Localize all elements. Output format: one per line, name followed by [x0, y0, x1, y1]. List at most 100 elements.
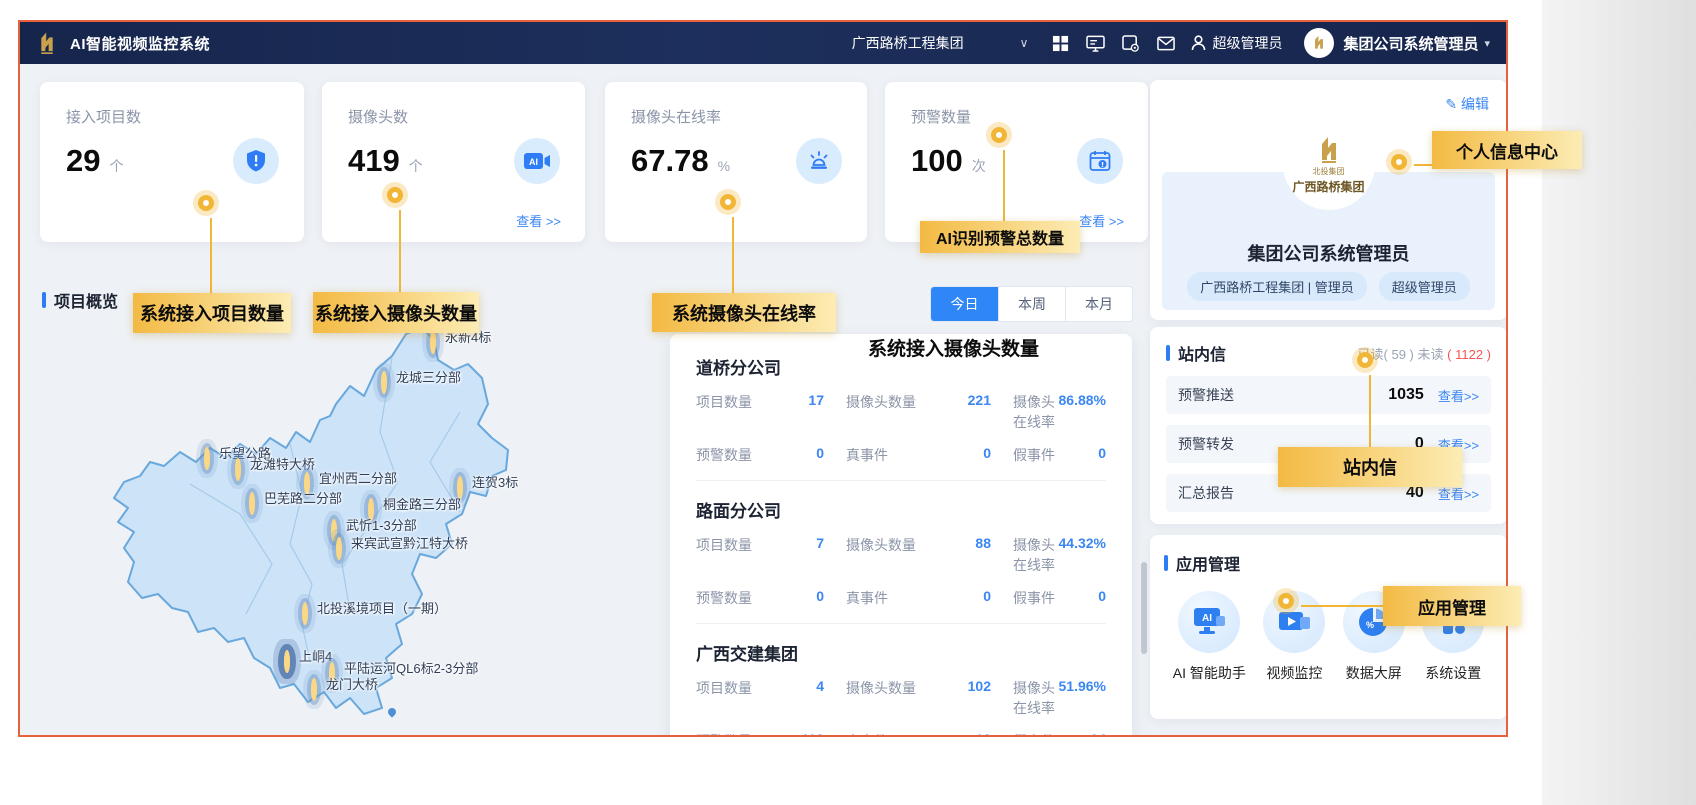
- marker-label: 连贺3标: [472, 472, 518, 491]
- field-label: 项目数量: [696, 678, 752, 718]
- map-marker[interactable]: 来宾武宣黔江特大桥: [336, 540, 342, 558]
- current-user-name[interactable]: 集团公司系统管理员: [1343, 33, 1478, 54]
- map-marker[interactable]: 巴芜路二分部: [249, 495, 255, 513]
- map-marker[interactable]: 乐望公路: [204, 450, 210, 468]
- message-row-summary-report[interactable]: 汇总报告 40 查看>>: [1166, 474, 1491, 512]
- field-value: 51.96%: [1059, 678, 1106, 718]
- marker-dot-icon: [331, 519, 337, 542]
- map-marker[interactable]: 龙滩特大桥: [235, 461, 241, 479]
- monitor-icon[interactable]: [1086, 35, 1105, 52]
- map-marker[interactable]: 龙城三分部: [381, 374, 387, 392]
- field-value: 0: [816, 445, 824, 465]
- profile-tag-org-role: 广西路桥工程集团 | 管理员: [1187, 272, 1367, 301]
- view-link[interactable]: 查看>>: [1438, 484, 1479, 503]
- section-bar: [42, 292, 46, 308]
- org-logo-badge: 北投集团 广西路桥集团: [1283, 118, 1375, 210]
- field-value: 17: [808, 392, 824, 432]
- marker-label: 桐金路三分部: [383, 494, 461, 513]
- view-link[interactable]: 查看>>: [1438, 435, 1479, 454]
- marker-label: 上峒4: [299, 646, 332, 665]
- user-icon: [1191, 35, 1206, 51]
- svg-text:%: %: [1366, 620, 1374, 630]
- grid-icon[interactable]: [1052, 35, 1069, 52]
- marker-dot-icon: [204, 447, 210, 470]
- mail-icon[interactable]: [1157, 36, 1175, 51]
- app-ai-assistant[interactable]: AI AI 智能助手: [1173, 591, 1246, 683]
- marker-label: 北投溪境项目（一期）: [317, 598, 447, 617]
- marker-label: 龙滩特大桥: [250, 454, 315, 473]
- apps-title: 应用管理: [1176, 551, 1240, 575]
- read-count: 已读( 59 ): [1358, 347, 1414, 362]
- stat-unit: 个: [409, 156, 423, 176]
- stat-unit: 个: [109, 156, 123, 176]
- field-value: 0: [816, 588, 824, 608]
- map-marker[interactable]: 北投溪境项目（一期）: [302, 605, 308, 623]
- top-navbar: AI智能视频监控系统 广西路桥工程集团 ∨: [20, 22, 1506, 64]
- svg-text:AI: AI: [529, 157, 538, 167]
- messages-panel: 站内信 已读( 59 ) 未读 ( 1122 ) 预警推送 1035 查看>> …: [1150, 327, 1507, 524]
- role-indicator[interactable]: 超级管理员: [1191, 33, 1282, 53]
- caret-down-icon[interactable]: ▾: [1484, 37, 1490, 50]
- tab-today[interactable]: 今日: [931, 287, 998, 321]
- field-value: 0: [983, 445, 991, 465]
- view-link[interactable]: 查看 >>: [516, 211, 561, 230]
- field-label: 摄像头在线率: [1013, 535, 1059, 575]
- apps-title-row: 应用管理: [1164, 551, 1493, 575]
- view-link[interactable]: 查看>>: [1438, 386, 1479, 405]
- field-value: 0: [1098, 445, 1106, 465]
- field-label: 真事件: [846, 588, 888, 608]
- field-value: 7: [816, 535, 824, 575]
- tab-this-week[interactable]: 本周: [998, 287, 1065, 321]
- logo-text-top: 北投集团: [1313, 166, 1345, 177]
- avatar[interactable]: [1304, 28, 1334, 58]
- map-marker[interactable]: 上峒4: [284, 653, 290, 671]
- view-link[interactable]: 查看 >>: [1079, 211, 1124, 230]
- field-value: 112: [801, 731, 824, 737]
- svg-text:AI: AI: [1202, 613, 1212, 624]
- company-block[interactable]: 道桥分公司 项目数量17 摄像头数量221 摄像头在线率86.88% 预警数量0…: [696, 338, 1106, 481]
- marker-dot-icon: [284, 650, 290, 673]
- map-marker[interactable]: 永新4标: [430, 334, 436, 352]
- shield-alert-icon: [233, 138, 279, 184]
- marker-label: 巴芜路二分部: [264, 488, 342, 507]
- app-system-settings[interactable]: 系统设置: [1422, 591, 1484, 683]
- stat-card-online-rate: 摄像头在线率 67.78 %: [605, 82, 867, 242]
- field-label: 摄像头数量: [846, 678, 916, 718]
- edit-profile-button[interactable]: ✎ 编辑: [1445, 94, 1489, 114]
- apps-panel: 应用管理 AI AI 智能助手: [1150, 535, 1507, 719]
- marker-dot-icon: [430, 331, 436, 354]
- field-label: 摄像头数量: [846, 535, 916, 575]
- messages-title-row: 站内信: [1166, 341, 1226, 365]
- tab-this-month[interactable]: 本月: [1065, 287, 1132, 321]
- time-range-tabs: 今日 本周 本月: [930, 286, 1133, 322]
- device-gear-icon[interactable]: [1122, 35, 1140, 52]
- app-video-monitor[interactable]: 视频监控: [1263, 591, 1325, 683]
- messages-title: 站内信: [1178, 341, 1226, 365]
- field-label: 摄像头在线率: [1013, 678, 1059, 718]
- avatar-logo-icon: [1310, 34, 1328, 52]
- map-marker[interactable]: 龙门大桥: [311, 681, 317, 699]
- company-block[interactable]: 路面分公司 项目数量7 摄像头数量88 摄像头在线率44.32% 预警数量0 真…: [696, 481, 1106, 624]
- logo-text-bottom: 广西路桥集团: [1292, 178, 1364, 195]
- field-value: 4: [816, 678, 824, 718]
- field-label: 预警数量: [696, 588, 752, 608]
- field-value: 0: [983, 588, 991, 608]
- field-value: 88: [975, 535, 991, 575]
- marker-dot-icon: [302, 602, 308, 625]
- marker-dot-icon: [381, 371, 387, 394]
- app-data-screen[interactable]: % 数据大屏: [1343, 591, 1405, 683]
- map-marker[interactable]: 武忻1-3分部: [331, 522, 337, 540]
- company-block[interactable]: 广西交建集团 项目数量4 摄像头数量102 摄像头在线率51.96% 预警数量1…: [696, 624, 1106, 737]
- message-row-alert-push[interactable]: 预警推送 1035 查看>>: [1166, 376, 1491, 414]
- calendar-alert-icon: [1077, 138, 1123, 184]
- field-value: 44.32%: [1059, 535, 1106, 575]
- stat-card-alerts: 预警数量 100 次 查看 >>: [885, 82, 1148, 242]
- stat-title: 预警数量: [885, 82, 1148, 127]
- message-row-alert-forward[interactable]: 预警转发 0 查看>>: [1166, 425, 1491, 463]
- stat-unit: %: [718, 158, 730, 174]
- scrollbar-thumb[interactable]: [1141, 562, 1147, 654]
- org-selector[interactable]: 广西路桥工程集团 ∨: [852, 33, 1029, 53]
- ai-assistant-icon: AI: [1178, 591, 1240, 653]
- field-value: 221: [968, 392, 991, 432]
- role-label: 超级管理员: [1212, 33, 1282, 53]
